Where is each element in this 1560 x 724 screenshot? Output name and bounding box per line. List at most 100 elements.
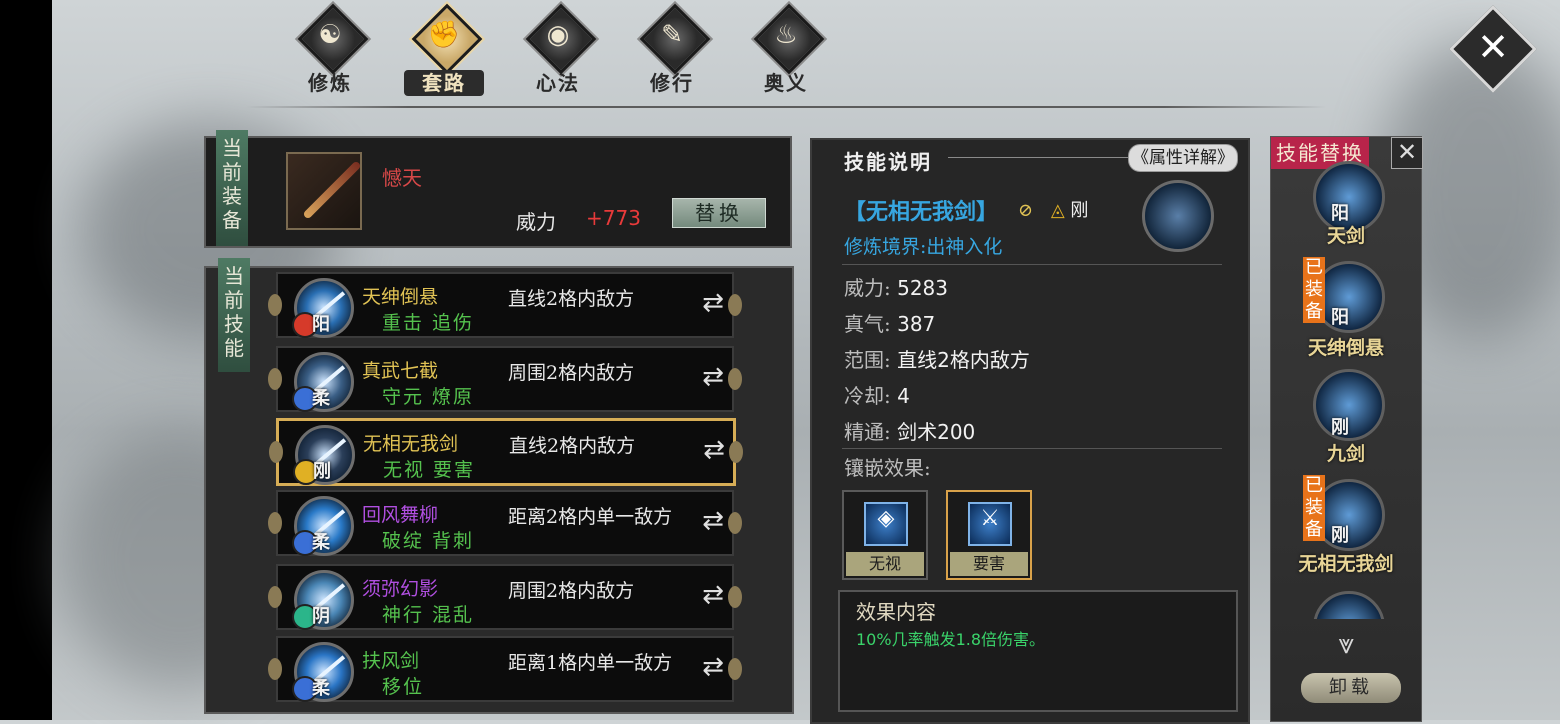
row-cap	[268, 512, 282, 534]
swap-item-name: 九剑	[1326, 443, 1365, 465]
skill-range: 直线2格内敌方	[508, 288, 635, 310]
crossed-swords-icon: ⚔	[980, 506, 1000, 531]
power-label: 威力	[516, 210, 556, 234]
skill-range: 直线2格内敌方	[509, 435, 636, 457]
row-cap	[268, 294, 282, 316]
swap-skill-icon[interactable]: ⇄	[699, 435, 729, 465]
skill-title-icons: ⊘ ◬ 刚	[1018, 196, 1088, 222]
inlay-slot-wushi[interactable]: ◈ 无视	[842, 490, 928, 580]
effect-content-box: 效果内容 10%几率触发1.8倍伤害。	[838, 590, 1238, 712]
skill-name: 扶风剑	[362, 650, 420, 672]
tab-xiuxing[interactable]: ✎ 修行	[622, 3, 722, 100]
element-badge: 阳	[312, 314, 330, 335]
stat-power: 威力: 5283	[844, 276, 949, 300]
swap-skill-icon[interactable]: ⇄	[698, 362, 728, 392]
tab-xinfa[interactable]: ◉ 心法	[508, 3, 608, 100]
skill-row[interactable]: 阳 天绅倒悬 重击 追伤 直线2格内敌方 ⇄	[268, 272, 742, 338]
power-value: +773	[586, 206, 641, 230]
top-nav: ☯ 修炼 ✊ 套路 ◉ 心法 ✎ 修行 ♨ 奥义	[280, 3, 836, 100]
skill-tags: 无视 要害	[383, 459, 476, 481]
inlay-slot-yaohai[interactable]: ⚔ 要害	[946, 490, 1032, 580]
swap-close-button[interactable]: ✕	[1391, 137, 1423, 169]
row-cap	[728, 368, 742, 390]
swap-item-partial[interactable]	[1271, 585, 1421, 619]
swap-skill-icon[interactable]: ⇄	[698, 506, 728, 536]
stat-range: 范围: 直线2格内敌方	[844, 348, 1030, 372]
skill-range: 周围2格内敌方	[508, 362, 635, 384]
row-cap	[268, 368, 282, 390]
swap-item-name: 天绅倒悬	[1307, 337, 1384, 359]
skill-orb-icon	[1313, 369, 1385, 441]
description-title: 技能说明	[844, 150, 932, 174]
tab-aoyi[interactable]: ♨ 奥义	[736, 3, 836, 100]
swirl-icon: ◉	[546, 20, 570, 50]
badge-text: 刚	[1331, 525, 1349, 546]
row-cap	[728, 294, 742, 316]
tab-label: 奥义	[764, 71, 808, 95]
cultivation-realm: 修炼境界:出神入化	[844, 236, 1003, 258]
skill-row[interactable]: 柔 回风舞柳 破绽 背刺 距离2格内单一敌方 ⇄	[268, 490, 742, 556]
skill-name: 须弥幻影	[362, 578, 439, 600]
skill-row[interactable]: 刚 无相无我剑 无视 要害 直线2格内敌方 ⇄	[269, 418, 743, 486]
row-cap	[268, 586, 282, 608]
current-skills-panel: 当前技能 阳 天绅倒悬 重击 追伤 直线2格内敌方 ⇄ 柔 真武七截 守元 燎原…	[204, 258, 794, 714]
scroll-down-icon[interactable]: ⩔	[1329, 629, 1363, 659]
element-badge: 刚	[313, 461, 331, 482]
tab-label: 修炼	[308, 71, 352, 95]
skill-name: 回风舞柳	[362, 504, 439, 526]
skill-range: 距离1格内单一敌方	[508, 652, 673, 674]
skill-title: 【无相无我剑】	[844, 199, 999, 225]
badge-text: 刚	[1331, 417, 1349, 438]
attribute-details-button[interactable]: 《属性详解》	[1128, 144, 1238, 172]
swap-skill-icon[interactable]: ⇄	[698, 652, 728, 682]
skill-row[interactable]: 柔 扶风剑 移位 距离1格内单一敌方 ⇄	[268, 636, 742, 702]
skill-description-panel: 技能说明 《属性详解》 【无相无我剑】 ⊘ ◬ 刚 修炼境界:出神入化 威力: …	[810, 138, 1250, 724]
tab-taolu[interactable]: ✊ 套路	[394, 3, 494, 100]
fist-icon: ✊	[427, 20, 461, 50]
skill-tags: 移位	[382, 676, 425, 698]
row-cap	[728, 586, 742, 608]
title-divider	[948, 157, 1128, 158]
weapon-name: 憾天	[382, 166, 422, 190]
equipped-tag: 已装备	[1303, 257, 1325, 323]
element-badge: 柔	[312, 678, 330, 699]
skill-name: 无相无我剑	[363, 433, 459, 455]
skill-range: 距离2格内单一敌方	[508, 506, 673, 528]
stat-qi: 真气: 387	[844, 312, 936, 336]
row-cap	[268, 658, 282, 680]
gang-badge-text: 刚	[1070, 200, 1089, 221]
eye-icon: ◈	[877, 506, 895, 531]
skill-tags: 重击 追伤	[382, 312, 475, 334]
row-cap	[728, 512, 742, 534]
row-cap	[269, 441, 283, 463]
yin-yang-icon: ☯	[318, 20, 342, 50]
equipment-section-label: 当前装备	[216, 130, 248, 246]
skill-tags: 守元 燎原	[382, 386, 475, 408]
swap-item[interactable]: 刚 九剑	[1271, 369, 1421, 479]
skill-tags: 神行 混乱	[382, 604, 475, 626]
close-icon: ✕	[1477, 25, 1509, 69]
skill-large-icon	[1142, 180, 1214, 252]
unload-button[interactable]: 卸载	[1301, 673, 1401, 703]
swap-weapon-button[interactable]: 替换	[672, 198, 766, 228]
weapon-icon[interactable]	[286, 152, 362, 230]
swap-skill-icon[interactable]: ⇄	[698, 288, 728, 318]
skill-row[interactable]: 柔 真武七截 守元 燎原 周围2格内敌方 ⇄	[268, 346, 742, 412]
tab-label: 套路	[404, 70, 484, 96]
brush-icon: ✎	[661, 20, 683, 50]
gang-badge-icon: ◬	[1050, 200, 1065, 221]
tab-label: 修行	[650, 71, 694, 95]
swap-item[interactable]: 已装备 刚 无相无我剑	[1271, 475, 1421, 585]
swap-skill-icon[interactable]: ⇄	[698, 580, 728, 610]
current-equipment-panel: 当前装备 憾天 威力 +773 替换	[204, 130, 792, 248]
skill-name: 真武七截	[362, 360, 439, 382]
divider	[842, 264, 1222, 265]
swap-item[interactable]: 已装备 阳 天绅倒悬	[1271, 257, 1421, 367]
element-badge: 柔	[312, 388, 330, 409]
swap-item-name: 天剑	[1326, 225, 1365, 247]
swap-item-name: 无相无我剑	[1298, 553, 1394, 575]
inlay-name: 要害	[950, 552, 1028, 576]
tab-xiulian[interactable]: ☯ 修炼	[280, 3, 380, 100]
row-cap	[728, 658, 742, 680]
skill-row[interactable]: 阴 须弥幻影 神行 混乱 周围2格内敌方 ⇄	[268, 564, 742, 630]
